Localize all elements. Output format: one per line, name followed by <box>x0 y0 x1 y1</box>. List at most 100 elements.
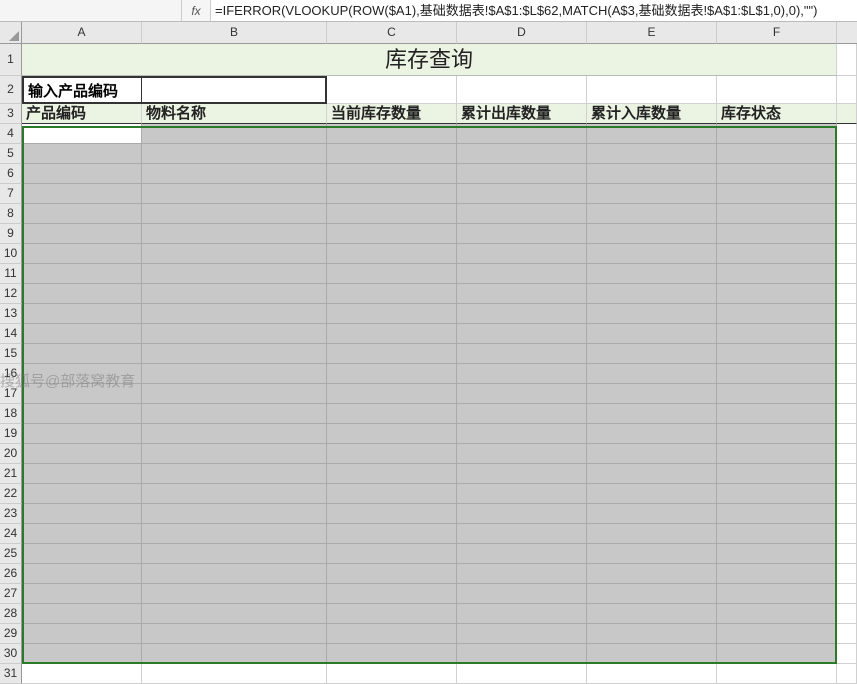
cell[interactable] <box>22 244 142 264</box>
col-header-f[interactable]: F <box>717 22 837 44</box>
cell[interactable] <box>717 604 837 624</box>
cell[interactable] <box>457 364 587 384</box>
cell[interactable] <box>837 604 857 624</box>
cell[interactable] <box>717 324 837 344</box>
cell[interactable] <box>717 584 837 604</box>
cell[interactable] <box>717 224 837 244</box>
cell[interactable] <box>717 644 837 664</box>
cell[interactable] <box>837 264 857 284</box>
cell[interactable] <box>717 484 837 504</box>
cell[interactable] <box>457 224 587 244</box>
cell[interactable] <box>717 424 837 444</box>
cell[interactable] <box>142 224 327 244</box>
row-header-6[interactable]: 6 <box>0 164 22 184</box>
cell[interactable] <box>22 264 142 284</box>
input-product-code-label[interactable]: 输入产品编码 <box>22 76 142 104</box>
cell[interactable] <box>457 264 587 284</box>
cell[interactable] <box>22 164 142 184</box>
col-header-extra[interactable] <box>837 22 857 44</box>
cell[interactable] <box>587 204 717 224</box>
cell[interactable] <box>22 444 142 464</box>
cell[interactable] <box>142 664 327 684</box>
cell[interactable] <box>587 124 717 144</box>
cell[interactable] <box>457 204 587 224</box>
title-cell[interactable]: 库存查询 <box>22 44 837 76</box>
cell[interactable] <box>142 524 327 544</box>
cell[interactable] <box>717 364 837 384</box>
cell[interactable] <box>717 404 837 424</box>
formula-input[interactable]: =IFERROR(VLOOKUP(ROW($A1),基础数据表!$A$1:$L$… <box>210 0 857 21</box>
cell[interactable] <box>327 284 457 304</box>
row-header-24[interactable]: 24 <box>0 524 22 544</box>
cell[interactable] <box>142 564 327 584</box>
header-material-name[interactable]: 物料名称 <box>142 104 327 124</box>
cell[interactable] <box>717 504 837 524</box>
cell[interactable] <box>22 304 142 324</box>
cell[interactable] <box>327 624 457 644</box>
cell[interactable] <box>457 544 587 564</box>
row-header-30[interactable]: 30 <box>0 644 22 664</box>
cell[interactable] <box>142 424 327 444</box>
cell[interactable] <box>457 324 587 344</box>
cell[interactable] <box>22 224 142 244</box>
cell[interactable] <box>142 464 327 484</box>
row-header-26[interactable]: 26 <box>0 564 22 584</box>
col-header-e[interactable]: E <box>587 22 717 44</box>
cell[interactable] <box>837 184 857 204</box>
cell[interactable] <box>837 324 857 344</box>
row-header-28[interactable]: 28 <box>0 604 22 624</box>
cell[interactable] <box>717 444 837 464</box>
cell[interactable] <box>587 604 717 624</box>
cell[interactable] <box>327 144 457 164</box>
cell[interactable] <box>837 584 857 604</box>
header-stock-status[interactable]: 库存状态 <box>717 104 837 124</box>
cell[interactable] <box>142 124 327 144</box>
cell[interactable] <box>837 204 857 224</box>
row-header-10[interactable]: 10 <box>0 244 22 264</box>
cell[interactable] <box>22 524 142 544</box>
cell[interactable] <box>717 244 837 264</box>
row-header-7[interactable]: 7 <box>0 184 22 204</box>
cell[interactable] <box>22 504 142 524</box>
cell[interactable] <box>142 484 327 504</box>
cell[interactable] <box>717 524 837 544</box>
cell[interactable] <box>837 304 857 324</box>
cell-a4-active[interactable] <box>22 124 142 144</box>
cell[interactable] <box>22 404 142 424</box>
cell[interactable] <box>717 264 837 284</box>
cell[interactable] <box>717 204 837 224</box>
select-all-corner[interactable] <box>0 22 22 44</box>
col-header-b[interactable]: B <box>142 22 327 44</box>
cell[interactable] <box>327 264 457 284</box>
cell[interactable] <box>327 584 457 604</box>
row-header-2[interactable]: 2 <box>0 76 22 104</box>
cell[interactable] <box>142 544 327 564</box>
cell[interactable] <box>327 644 457 664</box>
cell[interactable] <box>717 184 837 204</box>
cell[interactable] <box>22 144 142 164</box>
cell[interactable] <box>587 444 717 464</box>
cell[interactable] <box>457 164 587 184</box>
cell[interactable] <box>587 344 717 364</box>
cell[interactable] <box>22 544 142 564</box>
cell[interactable] <box>457 124 587 144</box>
cell[interactable] <box>587 244 717 264</box>
header-product-code[interactable]: 产品编码 <box>22 104 142 124</box>
cell[interactable] <box>717 384 837 404</box>
cell[interactable] <box>837 224 857 244</box>
cell[interactable] <box>717 284 837 304</box>
cell[interactable] <box>327 244 457 264</box>
cell[interactable] <box>717 144 837 164</box>
cell[interactable] <box>22 464 142 484</box>
row-header-12[interactable]: 12 <box>0 284 22 304</box>
row-header-17[interactable]: 17 <box>0 384 22 404</box>
cell[interactable] <box>717 164 837 184</box>
cell[interactable] <box>457 284 587 304</box>
input-product-code-value[interactable] <box>142 76 327 104</box>
cell[interactable] <box>327 364 457 384</box>
cell[interactable] <box>587 464 717 484</box>
cell[interactable] <box>587 584 717 604</box>
cell[interactable] <box>717 464 837 484</box>
cell[interactable] <box>837 124 857 144</box>
col-header-c[interactable]: C <box>327 22 457 44</box>
